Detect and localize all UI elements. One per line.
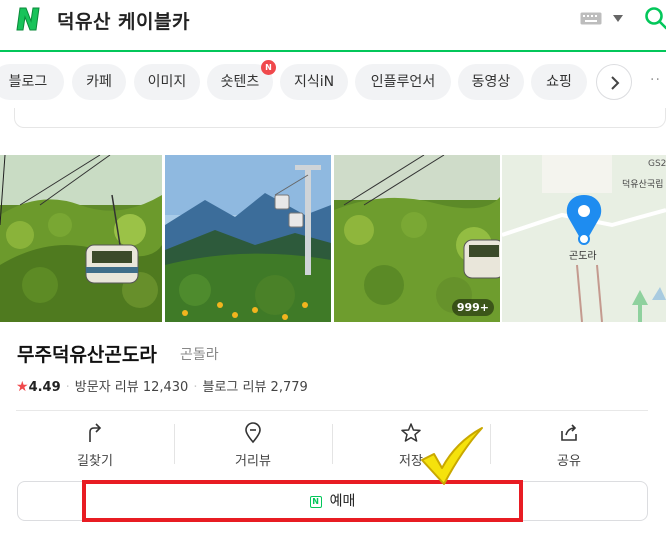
- photo-count-badge: 999+: [451, 299, 494, 316]
- more-icon[interactable]: ··: [650, 72, 661, 88]
- map-pin-label: 곤도라: [569, 251, 597, 262]
- tabs-next-button[interactable]: [596, 64, 632, 100]
- action-bar: 길찾기 거리뷰 저장 공유: [16, 412, 648, 470]
- card-edge: [14, 108, 666, 128]
- directions-icon: [89, 423, 102, 442]
- search-header: 덕유산 케이블카: [0, 0, 666, 50]
- tab-blog[interactable]: 블로그: [0, 64, 64, 100]
- visitor-reviews-link[interactable]: 방문자 리뷰 12,430: [75, 380, 189, 395]
- place-meta: ★4.49 · 방문자 리뷰 12,430 · 블로그 리뷰 2,779: [16, 379, 308, 395]
- search-query[interactable]: 덕유산 케이블카: [57, 7, 190, 34]
- naver-logo[interactable]: [14, 4, 42, 34]
- section-divider: [16, 410, 648, 411]
- map-gs-label: GS2: [648, 159, 666, 169]
- search-tabs: 블로그 카페 이미지 숏텐츠 N 지식iN 인플루언서 동영상 쇼핑: [0, 60, 666, 100]
- place-category: 곤돌라: [180, 347, 219, 363]
- keyboard-icon[interactable]: [580, 12, 602, 25]
- tab-shopping[interactable]: 쇼핑: [531, 64, 587, 100]
- search-icon[interactable]: [644, 6, 666, 30]
- photo-strip: 999+ 곤도라 덕유산국립 GS2: [0, 155, 666, 322]
- photo-gondola-2[interactable]: [165, 155, 331, 322]
- blog-reviews-link[interactable]: 블로그 리뷰 2,779: [202, 380, 307, 395]
- share-icon: [561, 424, 577, 441]
- tab-cafe[interactable]: 카페: [72, 64, 126, 100]
- photo-gondola-1[interactable]: [0, 155, 162, 322]
- tab-knowledge-in[interactable]: 지식iN: [280, 64, 348, 100]
- caret-down-icon[interactable]: [613, 15, 623, 22]
- checkmark-annotation-icon: [421, 427, 483, 485]
- new-badge: N: [261, 60, 276, 75]
- street-view-label: 거리뷰: [235, 454, 271, 469]
- share-button[interactable]: 공유: [490, 412, 648, 470]
- tab-video[interactable]: 동영상: [458, 64, 524, 100]
- rating-star-icon: ★: [16, 379, 29, 395]
- tab-influencer[interactable]: 인플루언서: [355, 64, 451, 100]
- map-thumbnail[interactable]: 곤도라 덕유산국립 GS2: [502, 155, 666, 322]
- rating-value: 4.49: [28, 380, 61, 395]
- map-poi-label: 덕유산국립: [622, 180, 664, 190]
- street-view-button[interactable]: 거리뷰: [174, 412, 332, 470]
- tab-image[interactable]: 이미지: [134, 64, 200, 100]
- chevron-right-icon: [611, 76, 620, 90]
- share-label: 공유: [557, 454, 581, 469]
- directions-label: 길찾기: [77, 454, 113, 469]
- photo-gondola-3[interactable]: 999+: [334, 155, 500, 322]
- place-name[interactable]: 무주덕유산곤도라: [17, 340, 157, 367]
- street-view-icon: [245, 422, 261, 444]
- directions-button[interactable]: 길찾기: [16, 412, 174, 470]
- header-divider: [0, 50, 666, 52]
